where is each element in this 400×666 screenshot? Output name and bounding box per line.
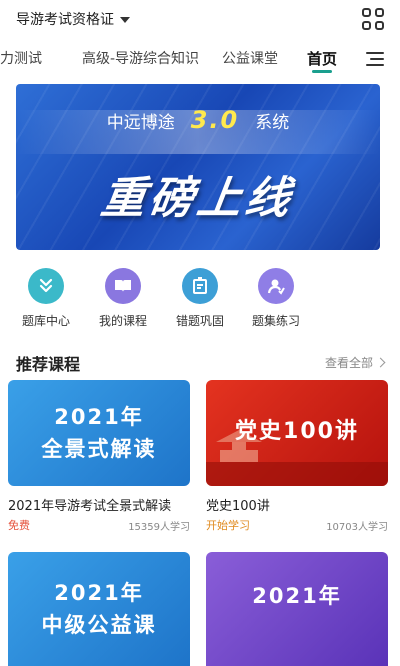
quick-link-label: 题集练习 <box>251 314 300 328</box>
active-tab-indicator <box>312 70 332 73</box>
tab-ability-test[interactable]: 能力测试 <box>0 48 42 68</box>
section-title: 推荐课程 <box>16 355 81 374</box>
promo-banner[interactable]: 中远博途 3.0 系统 重磅上线 <box>16 84 380 250</box>
banner-version: 3.0 <box>190 106 240 134</box>
quick-link-practice-set[interactable]: 题集练习 <box>244 268 308 329</box>
banner-subtitle: 中远博途 3.0 系统 <box>16 106 380 134</box>
course-price: 免费 <box>8 519 30 532</box>
exam-selector[interactable]: 导游考试资格证 <box>16 9 130 29</box>
tab-public-class[interactable]: 公益课堂 <box>222 48 278 68</box>
tab-advanced-knowledge[interactable]: 高级-导游综合知识 <box>82 48 199 68</box>
course-thumbnail: 2021年 <box>206 552 388 666</box>
learner-count: 15359人学习 <box>128 521 190 533</box>
see-all-link[interactable]: 查看全部 <box>324 354 386 371</box>
thumbnail-line-2: 全景式解读 <box>41 437 157 461</box>
tab-home[interactable]: 首页 <box>307 48 337 69</box>
top-bar: 导游考试资格证 <box>0 0 400 40</box>
course-title: 党史100讲 <box>206 499 270 514</box>
quick-link-error-review[interactable]: 错题巩固 <box>168 268 232 329</box>
exam-selector-label: 导游考试资格证 <box>16 12 114 28</box>
banner-headline: 重磅上线 <box>97 173 297 224</box>
course-title: 2021年导游考试全景式解读 <box>8 499 172 514</box>
grid-menu-icon[interactable] <box>362 8 384 30</box>
course-thumbnail: 2021年 全景式解读 <box>8 380 190 486</box>
thumbnail-line-2: 中级公益课 <box>41 613 157 637</box>
error-review-icon <box>182 268 218 304</box>
thumbnail-line-1: 2021年 <box>54 405 144 429</box>
quick-link-label: 错题巩固 <box>175 314 224 328</box>
learner-count: 10703人学习 <box>326 521 388 533</box>
thumbnail-title: 党史100讲 <box>235 419 359 444</box>
hamburger-menu-icon[interactable] <box>366 52 384 66</box>
category-tabs: 能力测试 高级-导游综合知识 公益课堂 首页 <box>0 40 400 76</box>
quick-link-label: 题库中心 <box>21 314 70 328</box>
quick-link-my-courses[interactable]: 我的课程 <box>91 268 155 329</box>
thumbnail-line-1: 2021年 <box>252 584 342 608</box>
see-all-label: 查看全部 <box>324 356 373 370</box>
practice-set-icon <box>258 268 294 304</box>
banner-brand: 中远博途 <box>106 112 175 133</box>
course-card[interactable]: 2021年 中级公益课 <box>8 552 190 666</box>
course-card[interactable]: 党史100讲 党史100讲 开始学习 10703人学习 <box>206 380 388 533</box>
banner-suffix: 系统 <box>255 112 290 133</box>
chevron-right-icon <box>375 357 386 368</box>
course-card[interactable]: 2021年 <box>206 552 388 666</box>
start-learning-link[interactable]: 开始学习 <box>206 517 250 533</box>
thumbnail-line-1: 2021年 <box>54 581 144 605</box>
quick-link-question-bank[interactable]: 题库中心 <box>14 268 78 329</box>
caret-down-icon <box>120 17 130 23</box>
course-thumbnail: 2021年 中级公益课 <box>8 552 190 666</box>
book-icon <box>105 268 141 304</box>
question-bank-icon <box>28 268 64 304</box>
course-card[interactable]: 2021年 全景式解读 2021年导游考试全景式解读 免费 15359人学习 <box>8 380 190 533</box>
course-thumbnail: 党史100讲 <box>206 380 388 486</box>
quick-link-label: 我的课程 <box>98 314 147 328</box>
